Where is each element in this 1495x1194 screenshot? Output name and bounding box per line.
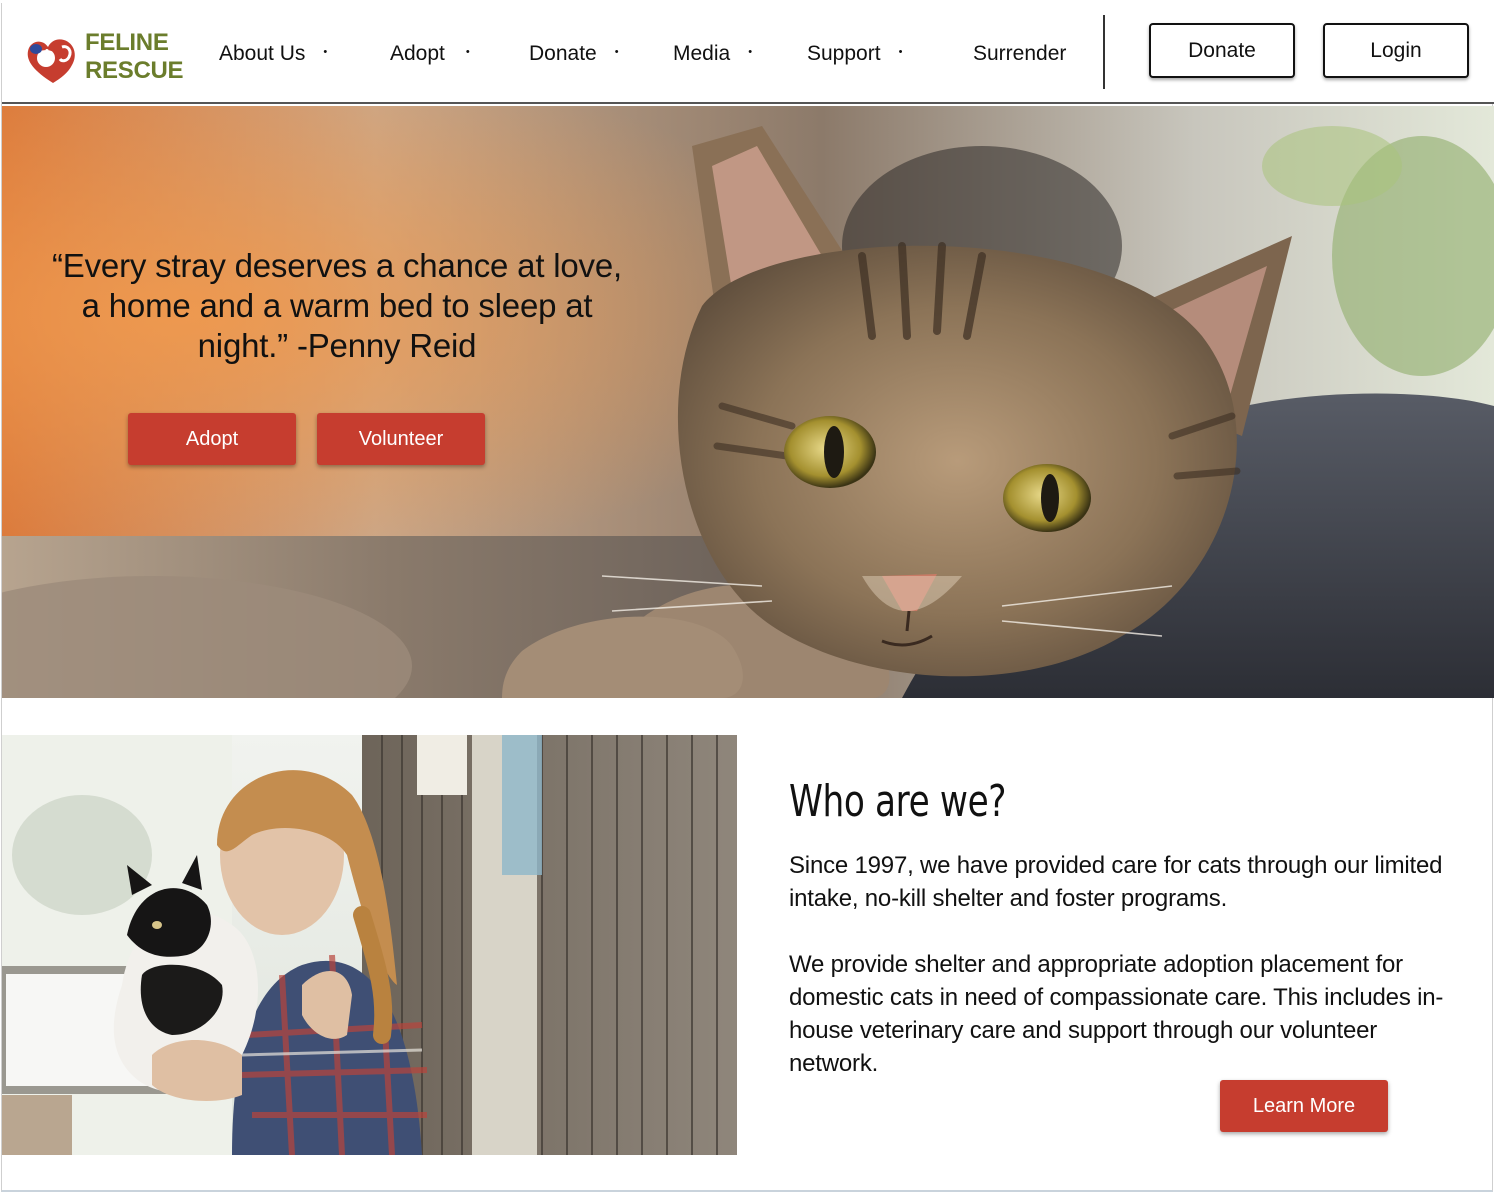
hero-quote: “Every stray deserves a chance at love, … [52, 247, 622, 364]
nav-item-label: Surrender [973, 42, 1067, 65]
nav-item-donate[interactable]: Donate • [529, 38, 619, 70]
dropdown-caret-icon: • [465, 46, 470, 59]
nav-item-about-us[interactable]: About Us • [219, 38, 327, 70]
learn-more-button[interactable]: Learn More [1220, 1080, 1388, 1132]
login-button[interactable]: Login [1323, 23, 1469, 78]
brand-name-line2: RESCUE [85, 57, 184, 84]
dropdown-caret-icon: • [614, 46, 619, 59]
about-paragraph-1: Since 1997, we have provided care for ca… [789, 852, 1443, 912]
about-title: Who are we? [789, 776, 1007, 827]
hero-banner: “Every stray deserves a chance at love, … [2, 106, 1494, 698]
nav-item-surrender[interactable]: Surrender [973, 38, 1066, 70]
about-description: Since 1997, we have provided care for ca… [789, 849, 1469, 1080]
nav-item-label: Adopt [390, 42, 445, 65]
dropdown-caret-icon: • [748, 46, 753, 59]
page: FELINE RESCUE About Us • Adopt • Donate • M… [1, 3, 1494, 1192]
hero-cat-photo [2, 106, 1494, 698]
volunteer-button[interactable]: Volunteer [317, 413, 485, 465]
dropdown-caret-icon: • [323, 46, 328, 59]
nav-item-label: Media [673, 42, 731, 65]
nav-item-label: Support [807, 42, 881, 65]
top-navigation-bar: FELINE RESCUE About Us • Adopt • Donate • M… [2, 3, 1494, 104]
donate-button[interactable]: Donate [1149, 23, 1295, 78]
about-paragraph-2: We provide shelter and appropriate adopt… [789, 951, 1444, 1077]
brand-name-line1: FELINE [85, 29, 169, 56]
dropdown-caret-icon: • [898, 46, 903, 59]
adopt-button[interactable]: Adopt [128, 413, 296, 465]
nav-item-label: Donate [529, 42, 597, 65]
nav-item-adopt[interactable]: Adopt • [390, 38, 470, 70]
nav-item-support[interactable]: Support • [807, 38, 902, 70]
nav-item-label: About Us [219, 42, 306, 65]
brand-logo[interactable]: FELINE RESCUE [24, 27, 184, 89]
nav-item-media[interactable]: Media • [673, 38, 752, 70]
nav-divider [1103, 15, 1105, 89]
volunteer-with-cat-photo [2, 735, 737, 1155]
brand-name: FELINE RESCUE [85, 29, 184, 85]
cat-heart-logo-icon [27, 39, 75, 83]
